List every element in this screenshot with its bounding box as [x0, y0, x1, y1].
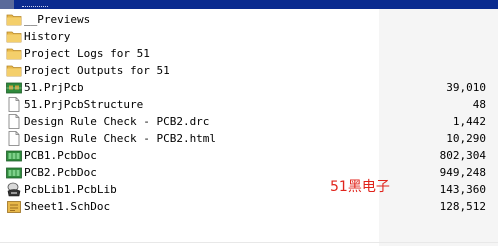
file-name: Project Outputs for 51 [24, 64, 170, 77]
folder-icon [6, 29, 22, 44]
file-name: Project Logs for 51 [24, 47, 150, 60]
file-size: 143,360 [439, 183, 486, 196]
file-row[interactable]: 51.PrjPcbStructure 48 [0, 96, 498, 113]
file-size: 949,248 [439, 166, 486, 179]
pcb-project-icon [6, 80, 22, 95]
folder-icon [6, 63, 22, 78]
focus-rectangle [22, 2, 48, 7]
file-row[interactable]: PCB2.PcbDoc 949,248 [0, 164, 498, 181]
file-list: __Previews History Project Logs for 51 P… [0, 11, 498, 215]
file-name: Design Rule Check - PCB2.html [24, 132, 217, 145]
file-name: Sheet1.SchDoc [24, 200, 111, 213]
file-name: __Previews [24, 13, 91, 26]
file-explorer: __Previews History Project Logs for 51 P… [0, 0, 498, 246]
pcb-doc-icon [6, 165, 22, 180]
document-icon [6, 114, 22, 129]
file-row[interactable]: PCB1.PcbDoc 802,304 [0, 147, 498, 164]
document-icon [6, 131, 22, 146]
pcb-doc-icon [6, 148, 22, 163]
file-row[interactable]: PcbLib1.PcbLib 143,360 [0, 181, 498, 198]
folder-icon [6, 46, 22, 61]
file-name: 51.PrjPcbStructure [24, 98, 144, 111]
folder-row[interactable]: History [0, 28, 498, 45]
file-size: 48 [472, 98, 486, 111]
file-size: 128,512 [439, 200, 486, 213]
file-name: Design Rule Check - PCB2.drc [24, 115, 210, 128]
file-row[interactable]: 51.PrjPcb 39,010 [0, 79, 498, 96]
file-row[interactable]: Design Rule Check - PCB2.drc 1,442 [0, 113, 498, 130]
file-name: PCB1.PcbDoc [24, 149, 97, 162]
file-size: 10,290 [446, 132, 486, 145]
folder-row[interactable]: Project Logs for 51 [0, 45, 498, 62]
file-name: PcbLib1.PcbLib [24, 183, 117, 196]
parent-directory-row[interactable] [0, 0, 498, 9]
file-name: 51.PrjPcb [24, 81, 84, 94]
file-size: 39,010 [446, 81, 486, 94]
folder-row[interactable]: Project Outputs for 51 [0, 62, 498, 79]
watermark-text: 51黑电子 [330, 179, 390, 195]
file-row[interactable]: Design Rule Check - PCB2.html 10,290 [0, 130, 498, 147]
file-row[interactable]: Sheet1.SchDoc 128,512 [0, 198, 498, 215]
folder-icon [6, 12, 22, 27]
up-folder-icon [0, 0, 14, 9]
document-icon [6, 97, 22, 112]
file-name: PCB2.PcbDoc [24, 166, 97, 179]
file-size: 802,304 [439, 149, 486, 162]
folder-row[interactable]: __Previews [0, 11, 498, 28]
schematic-doc-icon [6, 199, 22, 214]
pcb-lib-icon [6, 182, 22, 197]
list-bottom-edge [0, 242, 498, 243]
file-size: 1,442 [452, 115, 486, 128]
file-name: History [24, 30, 71, 43]
